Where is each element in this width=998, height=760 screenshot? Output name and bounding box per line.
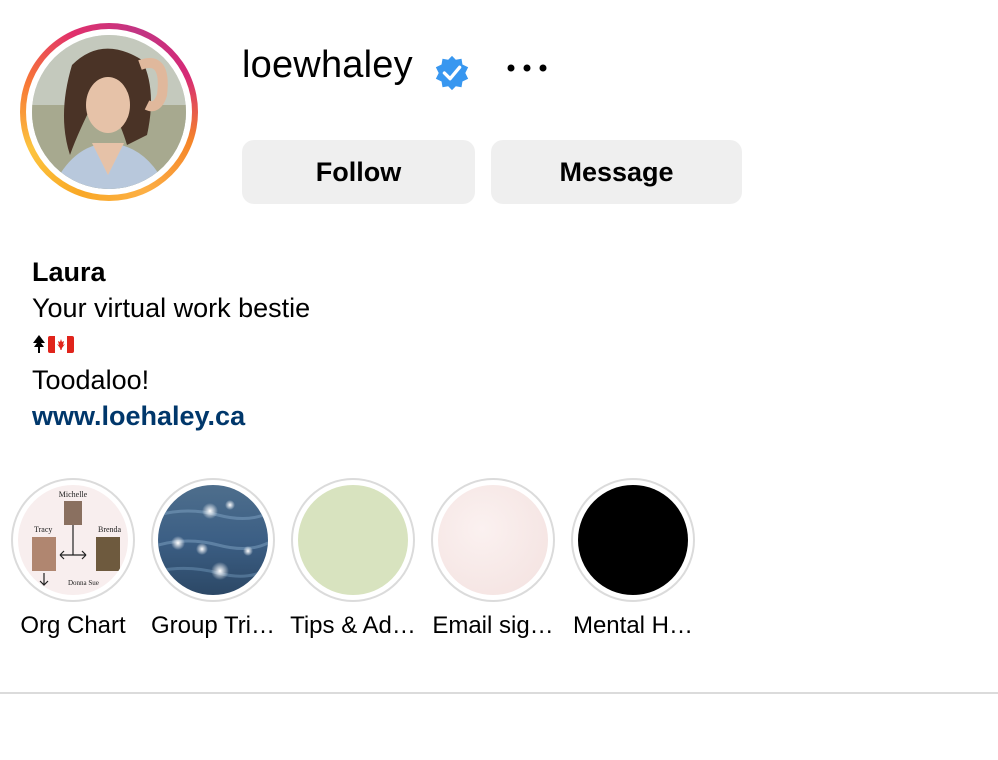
highlight-label: Mental H…: [572, 612, 694, 639]
location-icons: [32, 326, 310, 362]
avatar-border: [26, 29, 192, 195]
highlight-tips-advice[interactable]: Tips & Ad…: [290, 478, 416, 639]
profile-sign-off: Toodaloo!: [32, 365, 150, 395]
message-button[interactable]: Message: [491, 140, 742, 204]
follow-button[interactable]: Follow: [242, 140, 475, 204]
more-options-icon: [507, 64, 547, 72]
highlight-ring: [571, 478, 695, 602]
canada-flag-icon: [48, 335, 74, 353]
verified-badge-icon: [435, 55, 469, 91]
tree-icon: [33, 335, 45, 353]
profile-bio: Laura Your virtual work bestie Toodaloo!…: [32, 254, 310, 434]
svg-text:Brenda: Brenda: [98, 525, 122, 534]
highlight-cover: [298, 485, 408, 595]
avatar-photo: [32, 35, 186, 189]
highlight-email-signature[interactable]: Email sig…: [431, 478, 555, 639]
highlight-group-trip[interactable]: Group Tri…: [151, 478, 275, 639]
profile-username: loewhaley: [242, 44, 413, 86]
highlight-cover: [438, 485, 548, 595]
section-divider: [0, 692, 998, 694]
svg-text:Tracy: Tracy: [34, 525, 52, 534]
svg-text:Michelle: Michelle: [59, 490, 88, 499]
svg-text:Donna Sue: Donna Sue: [68, 579, 99, 587]
profile-tagline: Your virtual work bestie: [32, 293, 311, 323]
highlight-ring: Michelle Tracy Brenda Donna Sue: [11, 478, 135, 602]
highlight-cover: Michelle Tracy Brenda Donna Sue: [18, 485, 128, 595]
highlight-ring: [151, 478, 275, 602]
highlight-cover: [158, 485, 268, 595]
profile-display-name: Laura: [32, 257, 106, 287]
highlight-ring: [431, 478, 555, 602]
highlight-org-chart[interactable]: Michelle Tracy Brenda Donna Sue Org Char…: [11, 478, 135, 639]
highlight-mental-health[interactable]: Mental H…: [571, 478, 695, 639]
more-options-button[interactable]: [505, 52, 551, 84]
avatar[interactable]: [32, 35, 186, 189]
profile-website-link[interactable]: www.loehaley.ca: [32, 398, 310, 434]
profile-avatar-ring[interactable]: [20, 23, 198, 201]
highlight-cover: [578, 485, 688, 595]
highlight-ring: [291, 478, 415, 602]
